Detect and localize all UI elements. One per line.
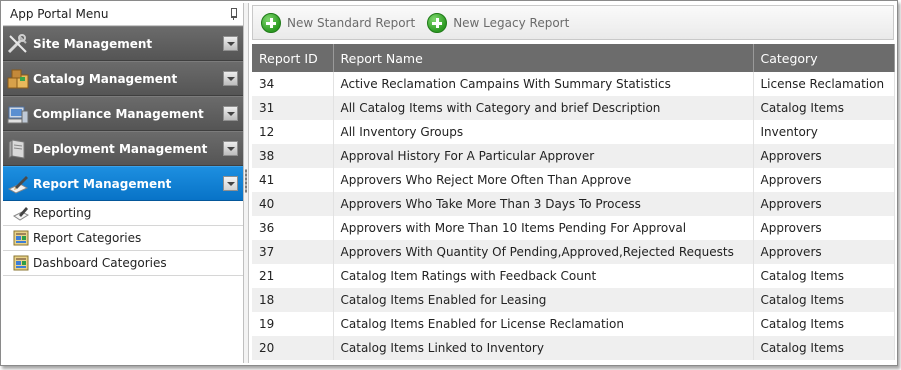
- sidebar-item-dashboard-categories[interactable]: Dashboard Categories: [3, 251, 243, 276]
- new-standard-report-button[interactable]: New Standard Report: [261, 12, 416, 33]
- column-header-report-name[interactable]: Report Name: [333, 44, 754, 72]
- category-cell: Approvers: [753, 240, 895, 264]
- table-row[interactable]: 19 Catalog Items Enabled for License Recl…: [252, 312, 895, 336]
- report-name-cell: All Inventory Groups: [333, 120, 754, 144]
- report-name-cell: Approval History For A Particular Approv…: [333, 144, 754, 168]
- grid-category-icon: [12, 230, 30, 246]
- server-icon: [5, 136, 31, 162]
- report-id-cell: 31: [252, 96, 334, 120]
- menu-group-label: Compliance Management: [33, 106, 204, 121]
- chevron-down-icon[interactable]: [223, 141, 238, 156]
- report-name-cell: All Catalog Items with Category and brie…: [333, 96, 754, 120]
- sidebar-item-label: Reporting: [33, 206, 92, 220]
- table-row[interactable]: 41 Approvers Who Reject More Often Than A…: [252, 168, 895, 192]
- report-name-cell: Approvers with More Than 10 Items Pendin…: [333, 216, 754, 240]
- table-row[interactable]: 31 All Catalog Items with Category and br…: [252, 96, 895, 120]
- sidebar-item-label: Dashboard Categories: [33, 256, 167, 270]
- category-cell: Inventory: [753, 120, 895, 144]
- report-id-cell: 36: [252, 216, 334, 240]
- menu-group-label: Catalog Management: [33, 71, 178, 86]
- report-id-cell: 38: [252, 144, 334, 168]
- table-row[interactable]: 12 All Inventory Groups Inventory: [252, 120, 895, 144]
- pin-icon[interactable]: [229, 8, 237, 20]
- report-id-cell: 21: [252, 264, 334, 288]
- report-name-cell: Approvers Who Reject More Often Than App…: [333, 168, 754, 192]
- category-cell: Catalog Items: [753, 336, 895, 360]
- chevron-down-icon[interactable]: [223, 106, 238, 121]
- report-name-cell: Approvers With Quantity Of Pending,Appro…: [333, 240, 754, 264]
- category-cell: Catalog Items: [753, 288, 895, 312]
- new-legacy-report-label: New Legacy Report: [453, 15, 570, 30]
- table-row[interactable]: 38 Approval History For A Particular Appr…: [252, 144, 895, 168]
- category-cell: Approvers: [753, 168, 895, 192]
- column-header-category[interactable]: Category: [753, 44, 895, 72]
- category-cell: Approvers: [753, 144, 895, 168]
- grid-category-icon: [12, 255, 30, 271]
- report-pen-icon: [12, 205, 30, 221]
- report-name-cell: Active Reclamation Campains With Summary…: [333, 72, 754, 96]
- chevron-down-icon[interactable]: [223, 176, 238, 191]
- add-circle-icon: [427, 12, 448, 33]
- wrench-screwdriver-icon: [5, 31, 31, 57]
- report-id-cell: 20: [252, 336, 334, 360]
- add-circle-icon: [261, 12, 281, 33]
- report-id-cell: 37: [252, 240, 334, 264]
- menu-group-compliance-management[interactable]: Compliance Management: [3, 96, 243, 131]
- new-standard-report-label: New Standard Report: [287, 15, 416, 30]
- menu-group-label: Site Management: [33, 36, 153, 51]
- report-id-cell: 34: [252, 72, 334, 96]
- sidebar-item-report-categories[interactable]: Report Categories: [3, 226, 243, 251]
- report-id-cell: 18: [252, 288, 334, 312]
- table-row[interactable]: 40 Approvers Who Take More Than 3 Days To…: [252, 192, 895, 216]
- computer-icon: [5, 101, 31, 127]
- report-id-cell: 41: [252, 168, 334, 192]
- menu-header: App Portal Menu: [3, 3, 243, 26]
- table-row[interactable]: 37 Approvers With Quantity Of Pending,App…: [252, 240, 895, 264]
- report-name-cell: Catalog Items Enabled for License Reclam…: [333, 312, 754, 336]
- category-cell: Approvers: [753, 192, 895, 216]
- app-window: App Portal Menu Site Management Catalog …: [0, 0, 898, 366]
- report-id-cell: 40: [252, 192, 334, 216]
- table-header-row: Report ID Report Name Category: [252, 44, 895, 72]
- chevron-down-icon[interactable]: [223, 71, 238, 86]
- report-name-cell: Approvers Who Take More Than 3 Days To P…: [333, 192, 754, 216]
- menu-group-report-management[interactable]: Report Management: [3, 166, 243, 201]
- sidebar-item-reporting[interactable]: Reporting: [3, 201, 243, 226]
- table-row[interactable]: 21 Catalog Item Ratings with Feedback Cou…: [252, 264, 895, 288]
- toolbar: New Standard Report New Legacy Report: [252, 5, 894, 40]
- report-list-panel: New Standard Report New Legacy Report Re…: [252, 5, 895, 363]
- boxes-icon: [5, 66, 31, 92]
- report-pen-icon: [5, 171, 31, 197]
- table-row[interactable]: 20 Catalog Items Linked to Inventory Catal…: [252, 336, 895, 360]
- report-name-cell: Catalog Item Ratings with Feedback Count: [333, 264, 754, 288]
- table-row[interactable]: 18 Catalog Items Enabled for Leasing Catal…: [252, 288, 895, 312]
- reports-table: Report ID Report Name Category 34 Active …: [252, 44, 895, 360]
- chevron-down-icon[interactable]: [223, 36, 238, 51]
- category-cell: License Reclamation: [753, 72, 895, 96]
- app-portal-menu: App Portal Menu Site Management Catalog …: [3, 3, 244, 363]
- report-name-cell: Catalog Items Enabled for Leasing: [333, 288, 754, 312]
- report-id-cell: 12: [252, 120, 334, 144]
- category-cell: Catalog Items: [753, 96, 895, 120]
- menu-group-label: Deployment Management: [33, 141, 208, 156]
- panel-splitter[interactable]: [244, 3, 249, 363]
- category-cell: Catalog Items: [753, 312, 895, 336]
- report-id-cell: 19: [252, 312, 334, 336]
- menu-group-deployment-management[interactable]: Deployment Management: [3, 131, 243, 166]
- column-header-report-id[interactable]: Report ID: [252, 44, 334, 72]
- menu-title: App Portal Menu: [10, 7, 109, 21]
- new-legacy-report-button[interactable]: New Legacy Report: [427, 12, 570, 33]
- sidebar-item-label: Report Categories: [33, 231, 142, 245]
- category-cell: Approvers: [753, 216, 895, 240]
- category-cell: Catalog Items: [753, 264, 895, 288]
- table-row[interactable]: 36 Approvers with More Than 10 Items Pend…: [252, 216, 895, 240]
- table-row[interactable]: 34 Active Reclamation Campains With Summa…: [252, 72, 895, 96]
- menu-group-label: Report Management: [33, 176, 172, 191]
- menu-group-site-management[interactable]: Site Management: [3, 26, 243, 61]
- splitter-grip-icon[interactable]: [245, 169, 247, 193]
- menu-group-catalog-management[interactable]: Catalog Management: [3, 61, 243, 96]
- report-name-cell: Catalog Items Linked to Inventory: [333, 336, 754, 360]
